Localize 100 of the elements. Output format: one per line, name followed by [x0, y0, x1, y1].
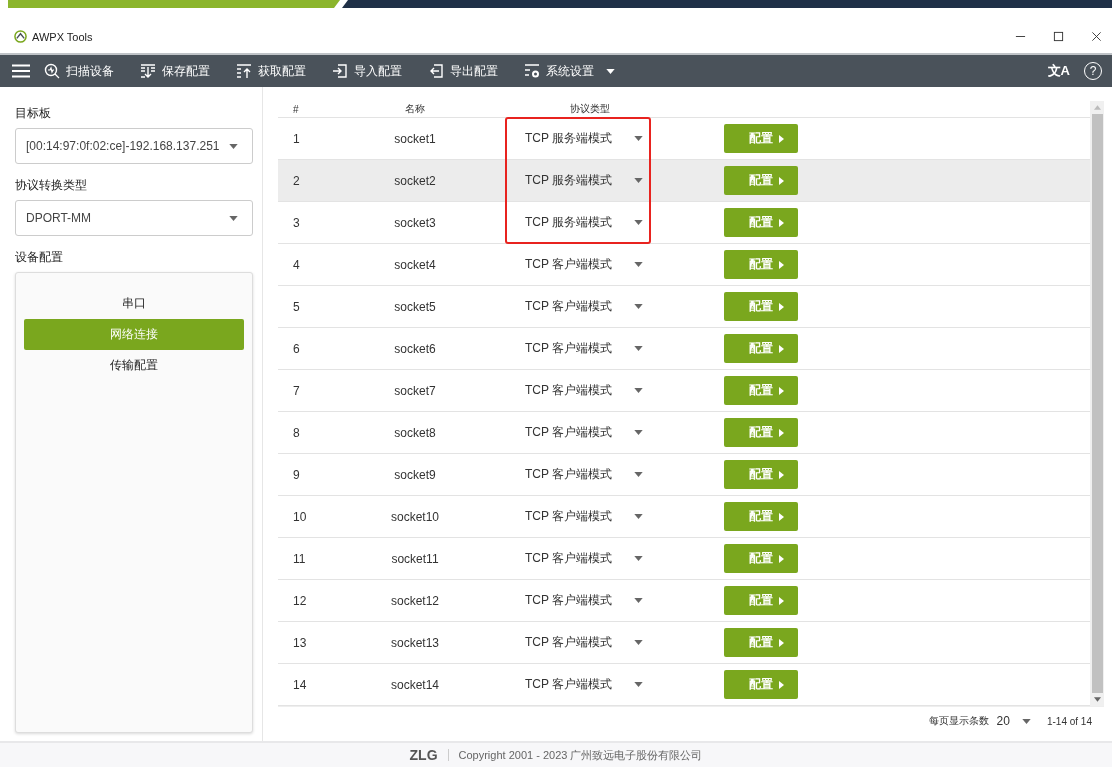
type-select[interactable]: DPORT-MM	[15, 200, 253, 236]
table-cell-text: socket12	[390, 593, 440, 608]
caret-icon	[778, 344, 784, 353]
table-row[interactable]: 5 socket5 TCP 客户端模式 配置	[278, 286, 1090, 328]
caret-icon	[778, 470, 784, 479]
protocol-select[interactable]: TCP 客户端模式	[505, 543, 651, 574]
toolbar-button[interactable]: 保存配置	[140, 62, 210, 80]
protocol-select[interactable]: TCP 服务端模式	[505, 123, 651, 154]
protocol-select[interactable]: TCP 客户端模式	[505, 501, 651, 532]
caret-icon	[634, 388, 643, 393]
toolbar-button[interactable]: 导出配置	[428, 62, 498, 80]
protocol-select[interactable]: TCP 客户端模式	[505, 585, 651, 616]
page-size-select[interactable]: 20	[996, 714, 1031, 728]
caret-icon	[634, 178, 643, 183]
table-row[interactable]: 9 socket9 TCP 客户端模式 配置	[278, 454, 1090, 496]
table-cell-text: socket4	[393, 257, 437, 272]
toolbar-button[interactable]: 导入配置	[332, 62, 402, 80]
caret-icon	[1021, 718, 1031, 724]
table-cell-text: 9	[292, 467, 301, 482]
table-row[interactable]: 7 socket7 TCP 客户端模式 配置	[278, 370, 1090, 412]
translate-icon[interactable]: 文A	[1047, 62, 1070, 80]
copyright-text: Copyright 2001 - 2023 广州致远电子股份有限公司	[458, 747, 703, 763]
table-cell-text: 4	[292, 257, 301, 272]
table-cell-text: 8	[292, 425, 301, 440]
settings-icon	[524, 63, 540, 79]
table-row[interactable]: 10 socket10 TCP 客户端模式 配置	[278, 496, 1090, 538]
caret-icon	[778, 428, 784, 437]
table-row[interactable]: 14 socket14 TCP 客户端模式 配置	[278, 664, 1090, 706]
caret-icon	[634, 472, 643, 477]
caret-icon	[634, 556, 643, 561]
protocol-select[interactable]: TCP 服务端模式	[505, 207, 651, 238]
caret-icon	[229, 215, 238, 221]
table-row[interactable]: 3 socket3 TCP 服务端模式 配置	[278, 202, 1090, 244]
caret-icon	[634, 136, 643, 141]
caret-icon	[778, 176, 784, 185]
toolbar-button[interactable]: 系统设置	[524, 62, 615, 80]
caret-icon	[634, 346, 643, 351]
protocol-select[interactable]: TCP 客户端模式	[505, 249, 651, 280]
toolbar-button[interactable]: 扫描设备	[44, 62, 114, 80]
caret-icon	[778, 596, 784, 605]
table-cell-text: 14	[292, 677, 308, 692]
protocol-select[interactable]: TCP 客户端模式	[505, 291, 651, 322]
protocol-select[interactable]: TCP 客户端模式	[505, 627, 651, 658]
caret-icon	[778, 218, 784, 227]
caret-icon	[634, 220, 643, 225]
caret-icon	[634, 262, 643, 267]
caret-icon	[778, 680, 784, 689]
protocol-select[interactable]: TCP 客户端模式	[505, 417, 651, 448]
target-select[interactable]: [00:14:97:0f:02:ce]-192.168.137.251	[15, 128, 253, 164]
download-icon	[140, 63, 156, 79]
close-icon[interactable]	[1091, 31, 1102, 42]
table-cell-text: 12	[292, 593, 308, 608]
column-header: 协议类型	[569, 102, 611, 116]
caret-icon	[778, 134, 784, 143]
scrollbar[interactable]	[1090, 101, 1104, 706]
table-cell-text: 5	[292, 299, 301, 314]
caret-icon	[634, 598, 643, 603]
table-cell-text: socket11	[390, 551, 440, 566]
protocol-select[interactable]: TCP 客户端模式	[505, 459, 651, 490]
protocol-select[interactable]: TCP 客户端模式	[505, 669, 651, 700]
caret-icon	[634, 514, 643, 519]
table-row[interactable]: 6 socket6 TCP 客户端模式 配置	[278, 328, 1090, 370]
table-cell-text: 3	[292, 215, 301, 230]
table-cell-text: 7	[292, 383, 301, 398]
caret-icon	[634, 304, 643, 309]
table-cell-text: 11	[292, 551, 307, 566]
table-row[interactable]: 4 socket4 TCP 客户端模式 配置	[278, 244, 1090, 286]
table-cell-text: socket14	[390, 677, 440, 692]
window-title: AWPX Tools	[32, 30, 93, 43]
field-label: 目标板	[15, 105, 52, 122]
table-row[interactable]: 13 socket13 TCP 客户端模式 配置	[278, 622, 1090, 664]
table-row[interactable]: 12 socket12 TCP 客户端模式 配置	[278, 580, 1090, 622]
table-cell-text: socket13	[390, 635, 440, 650]
protocol-select[interactable]: TCP 服务端模式	[505, 165, 651, 196]
table-cell-text: socket8	[393, 425, 437, 440]
protocol-select[interactable]: TCP 客户端模式	[505, 333, 651, 364]
scroll-down-icon[interactable]	[1093, 697, 1101, 702]
toolbar-button[interactable]: 获取配置	[236, 62, 306, 80]
table-cell-text: socket9	[393, 467, 437, 482]
table-cell-text: socket3	[393, 215, 437, 230]
table-cell-text: 1	[292, 131, 301, 146]
nav-item[interactable]: 传输配置	[24, 350, 244, 381]
caret-icon	[229, 143, 238, 149]
caret-icon	[778, 554, 784, 563]
field-label: 协议转换类型	[15, 177, 88, 194]
table-cell-text: 2	[292, 173, 301, 188]
table-row[interactable]: 2 socket2 TCP 服务端模式 配置	[278, 160, 1090, 202]
caret-icon	[634, 430, 643, 435]
table-cell-text: socket10	[390, 509, 440, 524]
nav-item[interactable]: 串口	[24, 288, 244, 319]
import-icon	[332, 63, 348, 79]
protocol-select[interactable]: TCP 客户端模式	[505, 375, 651, 406]
caret-icon	[778, 386, 784, 395]
table-row[interactable]: 8 socket8 TCP 客户端模式 配置	[278, 412, 1090, 454]
maximize-icon[interactable]	[1053, 31, 1064, 42]
menu-icon[interactable]	[12, 64, 30, 78]
section-label: 设备配置	[15, 249, 64, 266]
export-icon	[428, 63, 444, 79]
table-row[interactable]: 11 socket11 TCP 客户端模式 配置	[278, 538, 1090, 580]
logo-icon	[14, 30, 27, 43]
